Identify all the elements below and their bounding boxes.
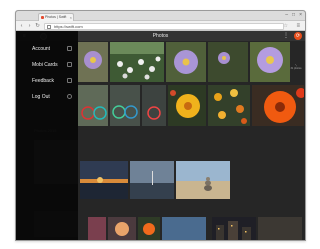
navigation-drawer: Account Mobi Cards Feedback Log Out — [16, 31, 78, 240]
photo-tile[interactable] — [108, 217, 136, 240]
sync-button[interactable]: ⟳ — [294, 32, 302, 40]
close-window-icon[interactable]: × — [299, 12, 302, 19]
lock-icon — [47, 24, 51, 29]
bicycles-image — [110, 85, 140, 126]
chat-icon — [67, 78, 72, 83]
drawer-item-label: Account — [32, 46, 51, 52]
orange-flower-image — [252, 85, 304, 126]
photo-count: ⤡ 31 photos — [290, 64, 302, 70]
photo-tile[interactable] — [208, 85, 250, 126]
yellow-flower-image — [168, 85, 206, 126]
beach-rocks-image — [176, 161, 230, 199]
photo-tile[interactable] — [78, 85, 108, 126]
photo-tile[interactable] — [78, 42, 108, 82]
photo-tile[interactable] — [212, 217, 256, 240]
drawer-item-label: Mobi Cards — [32, 62, 58, 68]
back-icon[interactable]: ‹ — [18, 22, 25, 30]
photos-app: ≡ Photos ⋮ ⟳ — [16, 31, 305, 240]
maximize-icon[interactable]: □ — [292, 12, 295, 19]
sunset-image — [80, 161, 128, 199]
forward-icon[interactable]: › — [26, 22, 33, 30]
window-controls: – □ × — [285, 12, 302, 19]
photo-tile[interactable] — [176, 161, 230, 199]
reload-icon[interactable]: ↻ — [34, 22, 41, 30]
orange-flowers-image — [208, 85, 250, 126]
logout-icon — [67, 94, 72, 99]
drawer-item-label: Feedback — [32, 78, 54, 84]
drawer-item-label: Log Out — [32, 94, 50, 100]
photo-tile[interactable] — [110, 42, 164, 82]
url-text: https://swift.com — [54, 23, 83, 29]
drawer-item-mobi-cards[interactable]: Mobi Cards — [16, 58, 78, 72]
photo-tile[interactable] — [258, 217, 302, 240]
drawer-item-account[interactable]: Account — [16, 42, 78, 56]
purple-flower-image — [78, 42, 108, 82]
photo-tile[interactable] — [252, 85, 304, 126]
more-options-icon[interactable]: ⋮ — [283, 31, 289, 41]
photo-tile[interactable] — [130, 161, 174, 199]
browser-toolbar: ‹ › ↻ https://swift.com ☆ ≡ — [16, 21, 305, 31]
person-icon — [67, 46, 72, 51]
photo-tile[interactable] — [250, 42, 290, 82]
browser-window: Photos | Swift × – □ × ‹ › ↻ https://swi… — [15, 10, 306, 241]
orange-flower-image — [138, 217, 160, 240]
sailboat-image — [130, 161, 174, 199]
drawer-item-feedback[interactable]: Feedback — [16, 74, 78, 88]
photo-tile[interactable] — [110, 85, 140, 126]
flowers-image — [108, 217, 136, 240]
photo-tile[interactable] — [162, 217, 206, 240]
favicon-icon — [40, 15, 44, 19]
minimize-icon[interactable]: – — [285, 12, 288, 19]
night-city-image — [212, 217, 256, 240]
photo-tile[interactable] — [166, 42, 206, 82]
address-bar[interactable]: https://swift.com — [44, 22, 284, 30]
bookmark-star-icon[interactable]: ☆ — [284, 22, 288, 30]
purple-flower-image — [250, 42, 290, 82]
browser-menu-icon[interactable]: ≡ — [296, 22, 300, 30]
browser-tab[interactable]: Photos | Swift × — [38, 13, 74, 21]
card-icon — [67, 62, 72, 67]
white-flowers-image — [110, 42, 164, 82]
purple-flower-image — [166, 42, 206, 82]
photo-tile[interactable] — [168, 85, 206, 126]
photo-tile[interactable] — [138, 217, 160, 240]
bicycles-image — [78, 85, 108, 126]
photo-tile[interactable] — [88, 217, 106, 240]
drawer-item-log-out[interactable]: Log Out — [16, 90, 78, 104]
photo-tile[interactable] — [142, 85, 166, 126]
browser-titlebar: Photos | Swift × – □ × — [16, 11, 305, 21]
tab-close-icon[interactable]: × — [70, 14, 72, 21]
bicycle-image — [142, 85, 166, 126]
purple-flower-image — [208, 42, 248, 82]
photo-tile[interactable] — [208, 42, 248, 82]
photo-tile[interactable] — [80, 161, 128, 199]
tab-title: Photos | Swift — [45, 15, 67, 19]
